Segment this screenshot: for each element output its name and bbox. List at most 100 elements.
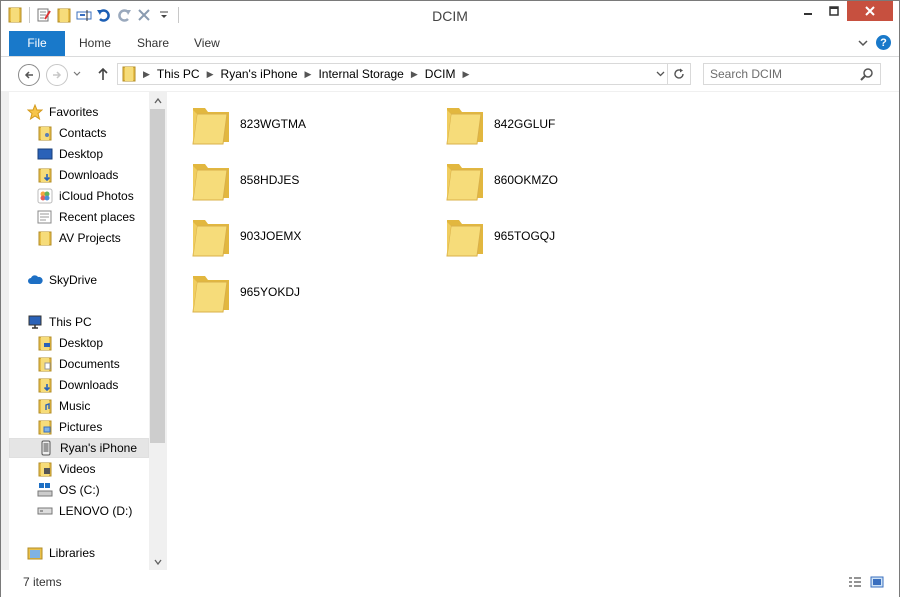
folder-icon [192,164,229,201]
computer-icon [27,314,43,330]
minimize-button[interactable] [795,1,821,21]
sidebar-item-label: SkyDrive [49,273,98,287]
scroll-down-button[interactable] [149,553,166,570]
help-icon[interactable]: ? [876,35,891,50]
desktop-icon [37,146,53,162]
breadcrumb-separator-icon[interactable]: ▶ [302,69,315,80]
folder-name: 860OKMZO [494,173,559,187]
sidebar-item-pc-downloads[interactable]: Downloads [37,375,149,395]
sidebar-item-contacts[interactable]: Contacts [37,123,149,143]
sidebar-item-documents[interactable]: Documents [37,354,149,374]
breadcrumb-internal-storage[interactable]: Internal Storage [314,64,407,84]
sidebar-item-icloud-photos[interactable]: iCloud Photos [37,186,149,206]
sidebar-item-label: Downloads [59,168,119,182]
back-arrow-icon [24,71,33,79]
sidebar-item-label: Libraries [49,546,96,560]
drive-icon [37,503,53,519]
sidebar-item-videos[interactable]: Videos [37,459,149,479]
tab-view[interactable]: View [194,31,220,56]
breadcrumb-iphone[interactable]: Ryan's iPhone [217,64,302,84]
folder-icon [446,164,483,201]
folder-item[interactable]: 903JOEMX [167,210,397,262]
folder-icon [37,230,53,246]
search-icon[interactable] [860,67,874,84]
item-count: 7 items [23,575,62,589]
breadcrumb-separator-icon[interactable]: ▶ [459,69,472,80]
back-button[interactable] [18,64,40,86]
maximize-button[interactable] [821,1,847,21]
sidebar-item-favorites[interactable]: Favorites [27,102,149,122]
breadcrumb-separator-icon[interactable]: ▶ [204,69,217,80]
sidebar-item-recent-places[interactable]: Recent places [37,207,149,227]
libraries-icon [27,545,43,561]
folder-icon [446,108,483,145]
star-icon [27,104,43,120]
details-view-icon [849,577,861,587]
videos-folder-icon [37,461,53,477]
sidebar-item-pictures[interactable]: Pictures [37,417,149,437]
sidebar-item-label: This PC [49,315,92,329]
recent-locations-button[interactable] [73,70,81,79]
close-button[interactable] [847,1,893,21]
tab-share[interactable]: Share [137,31,169,56]
sidebar-item-skydrive[interactable]: SkyDrive [27,270,149,290]
scrollbar-thumb[interactable] [150,109,165,443]
sidebar-item-downloads[interactable]: Downloads [37,165,149,185]
window-title: DCIM [432,8,468,24]
folder-item[interactable]: 965TOGQJ [421,210,651,262]
contacts-folder-icon [37,125,53,141]
breadcrumb-separator-icon[interactable]: ▶ [408,69,421,80]
folder-name: 965TOGQJ [494,229,556,243]
sidebar-item-av-projects[interactable]: AV Projects [37,228,149,248]
expand-ribbon-icon[interactable] [858,36,868,50]
breadcrumb-this-pc[interactable]: This PC [153,64,204,84]
tab-file[interactable]: File [9,31,65,56]
search-box[interactable] [703,63,881,85]
sidebar-item-label: OS (C:) [59,483,100,497]
status-bar: 7 items [1,570,899,597]
sidebar-item-label: LENOVO (D:) [59,504,133,518]
details-view-button[interactable] [847,574,863,590]
sidebar-item-pc-desktop[interactable]: Desktop [37,333,149,353]
up-button[interactable] [95,64,111,84]
minimize-icon [804,13,812,15]
maximize-icon [829,6,839,16]
folder-icon [192,108,229,145]
sidebar-item-music[interactable]: Music [37,396,149,416]
refresh-button[interactable] [667,64,690,84]
breadcrumb-dcim[interactable]: DCIM [421,64,460,84]
sidebar-item-label: Favorites [49,105,99,119]
folder-item[interactable]: 842GGLUF [421,98,651,150]
sidebar-item-this-pc[interactable]: This PC [27,312,149,332]
sidebar-item-libraries[interactable]: Libraries [27,543,149,563]
chevron-down-icon [656,71,664,77]
forward-button[interactable] [46,64,68,86]
chevron-down-icon [73,71,81,76]
folder-name: 903JOEMX [240,229,302,243]
title-bar: DCIM [1,1,899,31]
sidebar-item-label: iCloud Photos [59,189,134,203]
navigation-pane-scrollbar[interactable] [149,92,166,570]
address-history-dropdown[interactable] [652,64,668,84]
sidebar-item-lenovo-drive[interactable]: LENOVO (D:) [37,501,149,521]
folder-item[interactable]: 860OKMZO [421,154,651,206]
sidebar-item-label: Documents [59,357,120,371]
forward-arrow-icon [53,71,62,79]
desktop-folder-icon [37,335,53,351]
address-folder-icon [118,64,140,84]
sidebar-item-desktop[interactable]: Desktop [37,144,149,164]
folder-item[interactable]: 965YOKDJ [167,266,397,318]
tab-home[interactable]: Home [79,31,111,56]
scroll-up-button[interactable] [149,92,166,109]
sidebar-item-ryans-iphone[interactable]: Ryan's iPhone [9,438,149,458]
ribbon-tabs: File Home Share View ? [1,31,899,57]
large-icons-view-button[interactable] [869,574,885,590]
address-bar[interactable]: ▶ This PC ▶ Ryan's iPhone ▶ Internal Sto… [117,63,691,85]
folder-icon [446,220,483,257]
folder-item[interactable]: 858HDJES [167,154,397,206]
downloads-folder-icon [37,377,53,393]
search-input[interactable] [710,66,850,82]
sidebar-item-os-drive[interactable]: OS (C:) [37,480,149,500]
folder-item[interactable]: 823WGTMA [167,98,397,150]
breadcrumb-separator-icon[interactable]: ▶ [140,69,153,80]
